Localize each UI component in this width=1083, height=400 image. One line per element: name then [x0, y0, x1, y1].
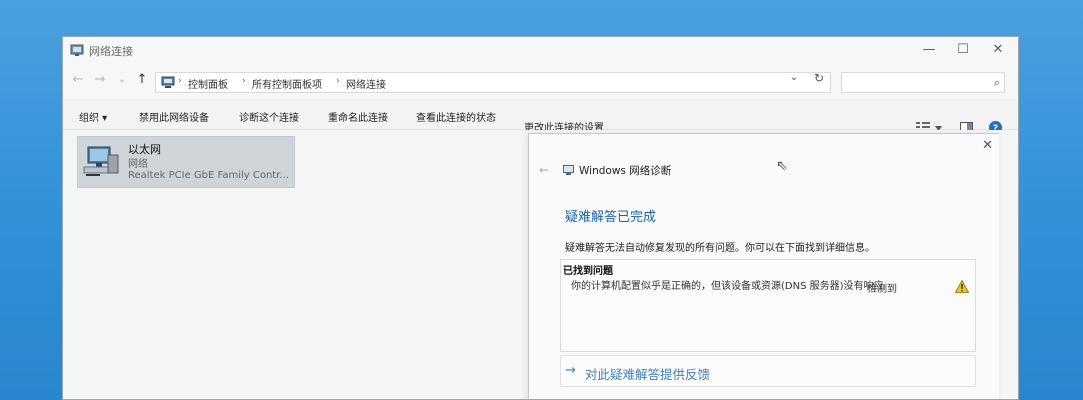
network-folder-icon	[70, 44, 84, 56]
problem-status: 检测到	[867, 284, 897, 295]
problems-found-panel: 已找到问题 你的计算机配置似乎是正确的，但该设备或资源(DNS 服务器)没有响应…	[560, 259, 976, 352]
up-button[interactable]: ↑	[133, 71, 151, 89]
back-button[interactable]: ←	[69, 71, 87, 89]
command-bar: 组织 ▾ 禁用此网络设备 诊断这个连接 重命名此连接 查看此连接的状态 更改此连…	[63, 99, 1018, 134]
recent-locations-button[interactable]: ⌄	[113, 71, 131, 89]
ethernet-adapter-icon	[83, 146, 119, 176]
arrow-right-icon: →	[565, 363, 576, 378]
problems-found-header: 已找到问题	[563, 266, 613, 277]
connection-type: 网络	[128, 159, 148, 170]
network-connections-window: 网络连接 — ☐ ✕ ← → ⌄ ↑ › 控制面板 › 所有控制面板项 › 网络…	[62, 36, 1019, 400]
dialog-title: Windows 网络诊断	[579, 165, 672, 177]
breadcrumb-all-items[interactable]: 所有控制面板项	[252, 76, 322, 91]
diagnose-connection-button[interactable]: 诊断这个连接	[239, 109, 299, 124]
warning-icon	[955, 280, 969, 293]
address-dropdown-button[interactable]: ⌄	[783, 72, 805, 83]
control-panel-icon	[161, 76, 175, 88]
feedback-link[interactable]: 对此疑难解答提供反馈	[585, 364, 710, 383]
breadcrumb-separator: ›	[178, 76, 182, 86]
feedback-link-row[interactable]: → 对此疑难解答提供反馈	[560, 355, 976, 387]
network-diagnostics-icon	[563, 165, 574, 175]
troubleshooting-description: 疑难解答无法自动修复发现的所有问题。你可以在下面找到详细信息。	[565, 243, 875, 254]
search-icon[interactable]: ⌕	[994, 76, 1000, 90]
minimize-button[interactable]: —	[912, 39, 946, 61]
close-button[interactable]: ✕	[981, 39, 1015, 61]
refresh-button[interactable]: ↻	[809, 71, 829, 85]
breadcrumb-separator: ›	[336, 76, 340, 86]
maximize-button[interactable]: ☐	[946, 39, 980, 61]
mouse-cursor-icon: ⇖	[776, 158, 788, 174]
connections-list: 以太网 网络 Realtek PCIe GbE Family Contr... …	[63, 130, 1018, 399]
troubleshooting-complete-heading: 疑难解答已完成	[565, 210, 657, 225]
breadcrumb-network-connections[interactable]: 网络连接	[346, 76, 386, 91]
ethernet-connection-item[interactable]: 以太网 网络 Realtek PCIe GbE Family Contr...	[77, 136, 295, 188]
forward-button[interactable]: →	[91, 71, 109, 89]
address-bar-row: ← → ⌄ ↑ › 控制面板 › 所有控制面板项 › 网络连接 ⌄ ↻ ⌕	[63, 63, 1018, 99]
disable-device-button[interactable]: 禁用此网络设备	[139, 109, 209, 124]
search-box[interactable]: ⌕	[841, 72, 1005, 93]
title-bar: 网络连接 — ☐ ✕	[63, 37, 1018, 63]
rename-connection-button[interactable]: 重命名此连接	[328, 109, 388, 124]
address-bar[interactable]: › 控制面板 › 所有控制面板项 › 网络连接	[155, 72, 831, 93]
breadcrumb-separator: ›	[242, 76, 246, 86]
breadcrumb-control-panel[interactable]: 控制面板	[188, 76, 228, 91]
dns-problem-description: 你的计算机配置似乎是正确的，但该设备或资源(DNS 服务器)没有响应	[571, 281, 884, 292]
window-title: 网络连接	[89, 45, 133, 58]
view-status-button[interactable]: 查看此连接的状态	[416, 109, 496, 124]
connection-adapter: Realtek PCIe GbE Family Contr...	[128, 170, 289, 181]
network-diagnostics-dialog: ✕ ← Windows 网络诊断 ⇖ 疑难解答已完成 疑难解答无法自动修复发现的…	[528, 133, 999, 399]
dialog-back-button[interactable]: ←	[539, 163, 549, 177]
organize-menu[interactable]: 组织 ▾	[79, 109, 107, 124]
dialog-close-button[interactable]: ✕	[982, 138, 993, 153]
